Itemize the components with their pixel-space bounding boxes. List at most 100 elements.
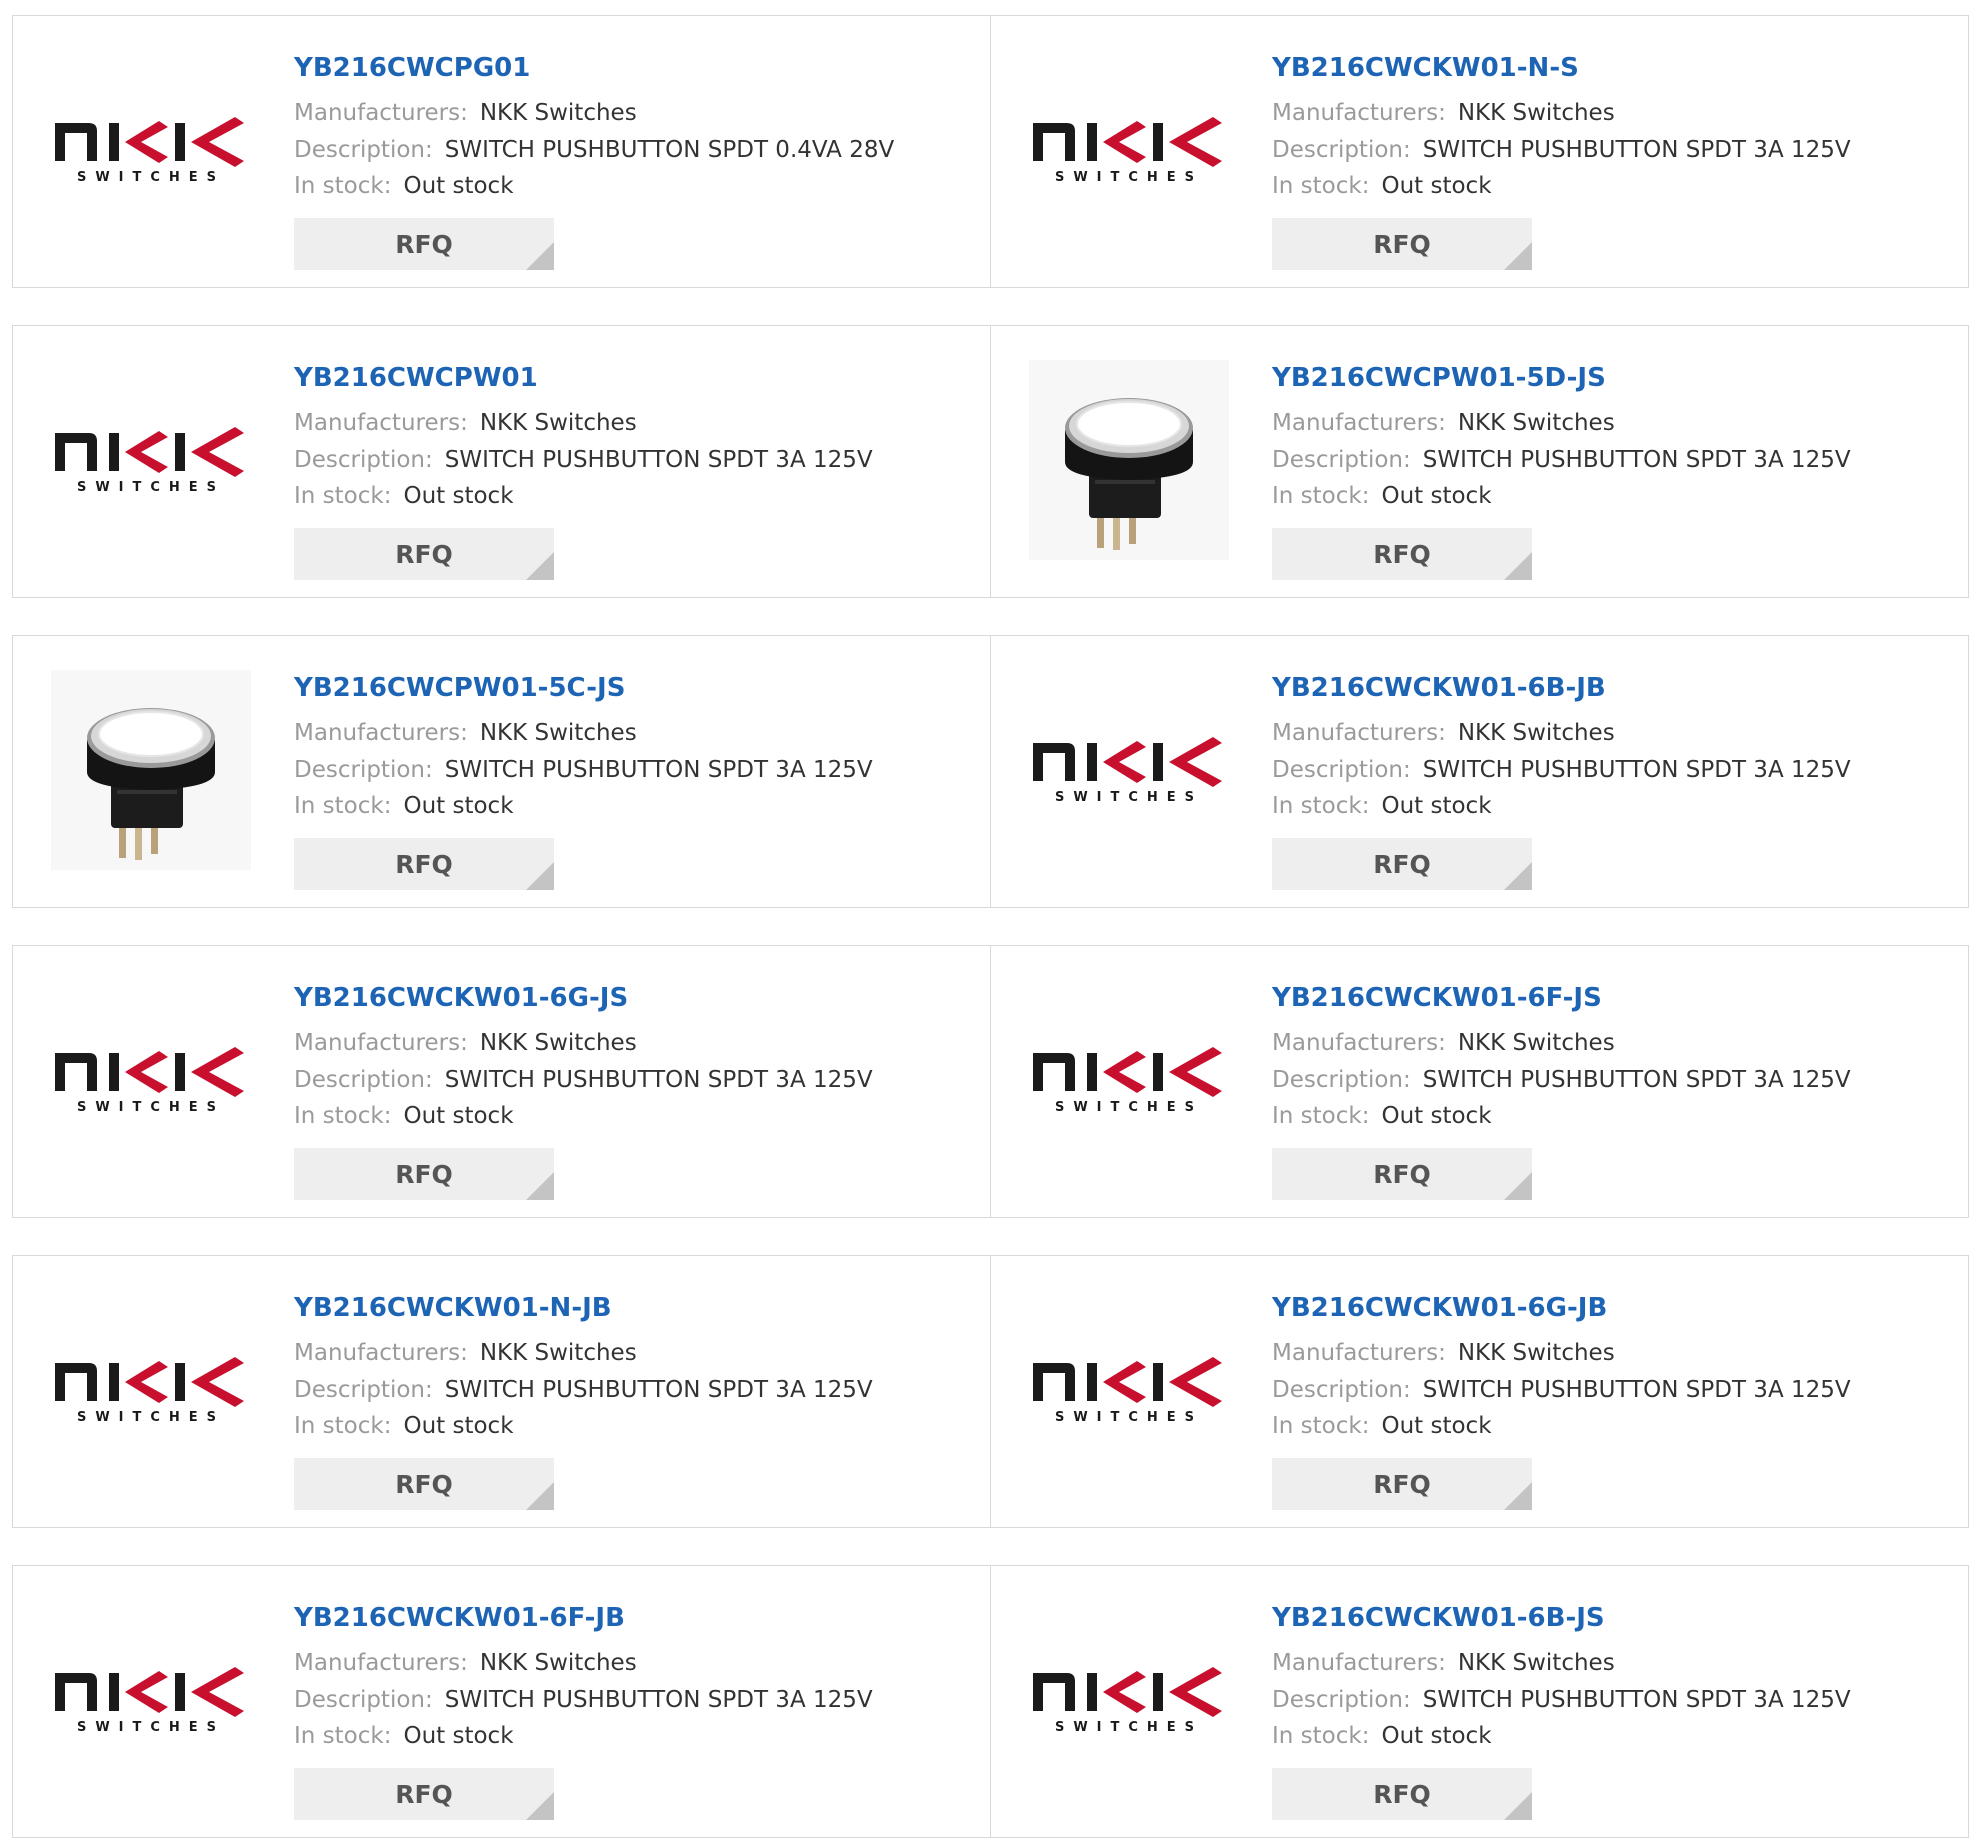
rfq-button[interactable]: RFQ	[294, 1768, 554, 1820]
pushbutton-photo-icon	[1029, 360, 1229, 560]
part-number-link[interactable]: YB216CWCKW01-6G-JS	[294, 983, 628, 1013]
nkk-logo-image[interactable]: SWITCHES	[1029, 1600, 1229, 1800]
product-row: SWITCHES YB216CWCKW01-N-JB Manufacturers:…	[12, 1255, 1969, 1528]
manufacturer-line: Manufacturers: NKK Switches	[1272, 1340, 1615, 1366]
field-value: NKK Switches	[479, 410, 637, 436]
product-card: SWITCHES YB216CWCKW01-6B-JB Manufacturers…	[991, 636, 1968, 907]
nkk-logo-icon: SWITCHES	[55, 1357, 244, 1425]
field-label: Description:	[1272, 137, 1411, 163]
manufacturer-line: Manufacturers: NKK Switches	[1272, 100, 1615, 126]
product-grid: SWITCHES YB216CWCPG01 Manufacturers: NKK S…	[0, 0, 1974, 1838]
field-value: SWITCH PUSHBUTTON SPDT 3A 125V	[444, 1067, 873, 1093]
manufacturer-line: Manufacturers: NKK Switches	[1272, 410, 1615, 436]
part-number-link[interactable]: YB216CWCKW01-6F-JS	[1272, 983, 1602, 1013]
field-label: Manufacturers:	[1272, 1340, 1446, 1366]
field-label: In stock:	[1272, 1413, 1370, 1439]
field-value: Out stock	[1381, 483, 1492, 509]
part-number-link[interactable]: YB216CWCKW01-6F-JB	[294, 1603, 625, 1633]
product-card: SWITCHES YB216CWCKW01-6G-JB Manufacturers…	[991, 1256, 1968, 1527]
part-number-link[interactable]: YB216CWCPW01-5C-JS	[294, 673, 625, 703]
rfq-button[interactable]: RFQ	[1272, 838, 1532, 890]
rfq-button[interactable]: RFQ	[294, 218, 554, 270]
svg-text:SWITCHES: SWITCHES	[1055, 1100, 1203, 1115]
field-label: Description:	[294, 137, 433, 163]
part-number-link[interactable]: YB216CWCPW01	[294, 363, 538, 393]
svg-text:SWITCHES: SWITCHES	[1055, 790, 1203, 805]
rfq-button[interactable]: RFQ	[1272, 1458, 1532, 1510]
description-line: Description: SWITCH PUSHBUTTON SPDT 3A 12…	[1272, 137, 1851, 163]
corner-triangle-icon	[1504, 862, 1532, 890]
part-number-link[interactable]: YB216CWCKW01-6G-JB	[1272, 1293, 1607, 1323]
pushbutton-image[interactable]	[51, 670, 251, 870]
stock-line: In stock: Out stock	[1272, 173, 1492, 199]
corner-triangle-icon	[526, 1792, 554, 1820]
nkk-logo-image[interactable]: SWITCHES	[51, 1600, 251, 1800]
rfq-button[interactable]: RFQ	[294, 1458, 554, 1510]
svg-text:SWITCHES: SWITCHES	[77, 170, 225, 185]
part-number-link[interactable]: YB216CWCPW01-5D-JS	[1272, 363, 1606, 393]
field-label: Manufacturers:	[1272, 720, 1446, 746]
field-label: In stock:	[294, 1103, 392, 1129]
nkk-logo-image[interactable]: SWITCHES	[51, 1290, 251, 1490]
field-value: SWITCH PUSHBUTTON SPDT 3A 125V	[1422, 1687, 1851, 1713]
field-value: SWITCH PUSHBUTTON SPDT 3A 125V	[444, 1377, 873, 1403]
rfq-button[interactable]: RFQ	[1272, 1768, 1532, 1820]
nkk-logo-image[interactable]: SWITCHES	[51, 980, 251, 1180]
field-label: Description:	[294, 1377, 433, 1403]
nkk-logo-image[interactable]: SWITCHES	[1029, 980, 1229, 1180]
field-label: In stock:	[1272, 483, 1370, 509]
rfq-label: RFQ	[395, 1779, 453, 1809]
corner-triangle-icon	[526, 862, 554, 890]
svg-text:SWITCHES: SWITCHES	[77, 480, 225, 495]
rfq-label: RFQ	[1373, 539, 1431, 569]
nkk-logo-image[interactable]: SWITCHES	[1029, 50, 1229, 250]
field-label: Manufacturers:	[294, 720, 468, 746]
field-label: Description:	[294, 757, 433, 783]
nkk-logo-image[interactable]: SWITCHES	[51, 360, 251, 560]
rfq-button[interactable]: RFQ	[1272, 1148, 1532, 1200]
product-card: YB216CWCPW01-5D-JS Manufacturers: NKK Swit…	[991, 326, 1968, 597]
field-value: Out stock	[403, 483, 514, 509]
rfq-button[interactable]: RFQ	[294, 1148, 554, 1200]
field-label: Manufacturers:	[294, 1030, 468, 1056]
field-label: Manufacturers:	[1272, 1030, 1446, 1056]
description-line: Description: SWITCH PUSHBUTTON SPDT 3A 12…	[294, 1067, 873, 1093]
product-card: SWITCHES YB216CWCKW01-6F-JB Manufacturers…	[13, 1566, 990, 1837]
nkk-logo-icon: SWITCHES	[55, 1047, 244, 1115]
svg-text:SWITCHES: SWITCHES	[1055, 1410, 1203, 1425]
part-number-link[interactable]: YB216CWCKW01-N-JB	[294, 1293, 612, 1323]
field-label: Manufacturers:	[294, 1340, 468, 1366]
pushbutton-image[interactable]	[1029, 360, 1229, 560]
manufacturer-line: Manufacturers: NKK Switches	[294, 1030, 637, 1056]
manufacturer-line: Manufacturers: NKK Switches	[1272, 720, 1615, 746]
part-number-link[interactable]: YB216CWCPG01	[294, 53, 530, 83]
rfq-button[interactable]: RFQ	[1272, 218, 1532, 270]
nkk-logo-image[interactable]: SWITCHES	[51, 50, 251, 250]
field-label: Manufacturers:	[1272, 100, 1446, 126]
description-line: Description: SWITCH PUSHBUTTON SPDT 3A 12…	[1272, 1067, 1851, 1093]
field-value: NKK Switches	[1457, 1650, 1615, 1676]
nkk-logo-image[interactable]: SWITCHES	[1029, 670, 1229, 870]
field-value: SWITCH PUSHBUTTON SPDT 3A 125V	[1422, 137, 1851, 163]
manufacturer-line: Manufacturers: NKK Switches	[1272, 1650, 1615, 1676]
field-value: SWITCH PUSHBUTTON SPDT 3A 125V	[1422, 1067, 1851, 1093]
field-value: Out stock	[403, 793, 514, 819]
field-label: In stock:	[294, 793, 392, 819]
manufacturer-line: Manufacturers: NKK Switches	[294, 1650, 637, 1676]
nkk-logo-icon: SWITCHES	[1033, 1667, 1222, 1735]
field-label: In stock:	[1272, 173, 1370, 199]
rfq-label: RFQ	[395, 539, 453, 569]
field-value: Out stock	[403, 1413, 514, 1439]
part-number-link[interactable]: YB216CWCKW01-N-S	[1272, 53, 1579, 83]
part-number-link[interactable]: YB216CWCKW01-6B-JS	[1272, 1603, 1605, 1633]
rfq-button[interactable]: RFQ	[294, 528, 554, 580]
nkk-logo-image[interactable]: SWITCHES	[1029, 1290, 1229, 1490]
stock-line: In stock: Out stock	[1272, 1723, 1492, 1749]
part-number-link[interactable]: YB216CWCKW01-6B-JB	[1272, 673, 1606, 703]
svg-text:SWITCHES: SWITCHES	[1055, 1720, 1203, 1735]
rfq-button[interactable]: RFQ	[1272, 528, 1532, 580]
rfq-button[interactable]: RFQ	[294, 838, 554, 890]
field-label: In stock:	[294, 1723, 392, 1749]
field-value: NKK Switches	[1457, 720, 1615, 746]
description-line: Description: SWITCH PUSHBUTTON SPDT 3A 12…	[294, 1687, 873, 1713]
